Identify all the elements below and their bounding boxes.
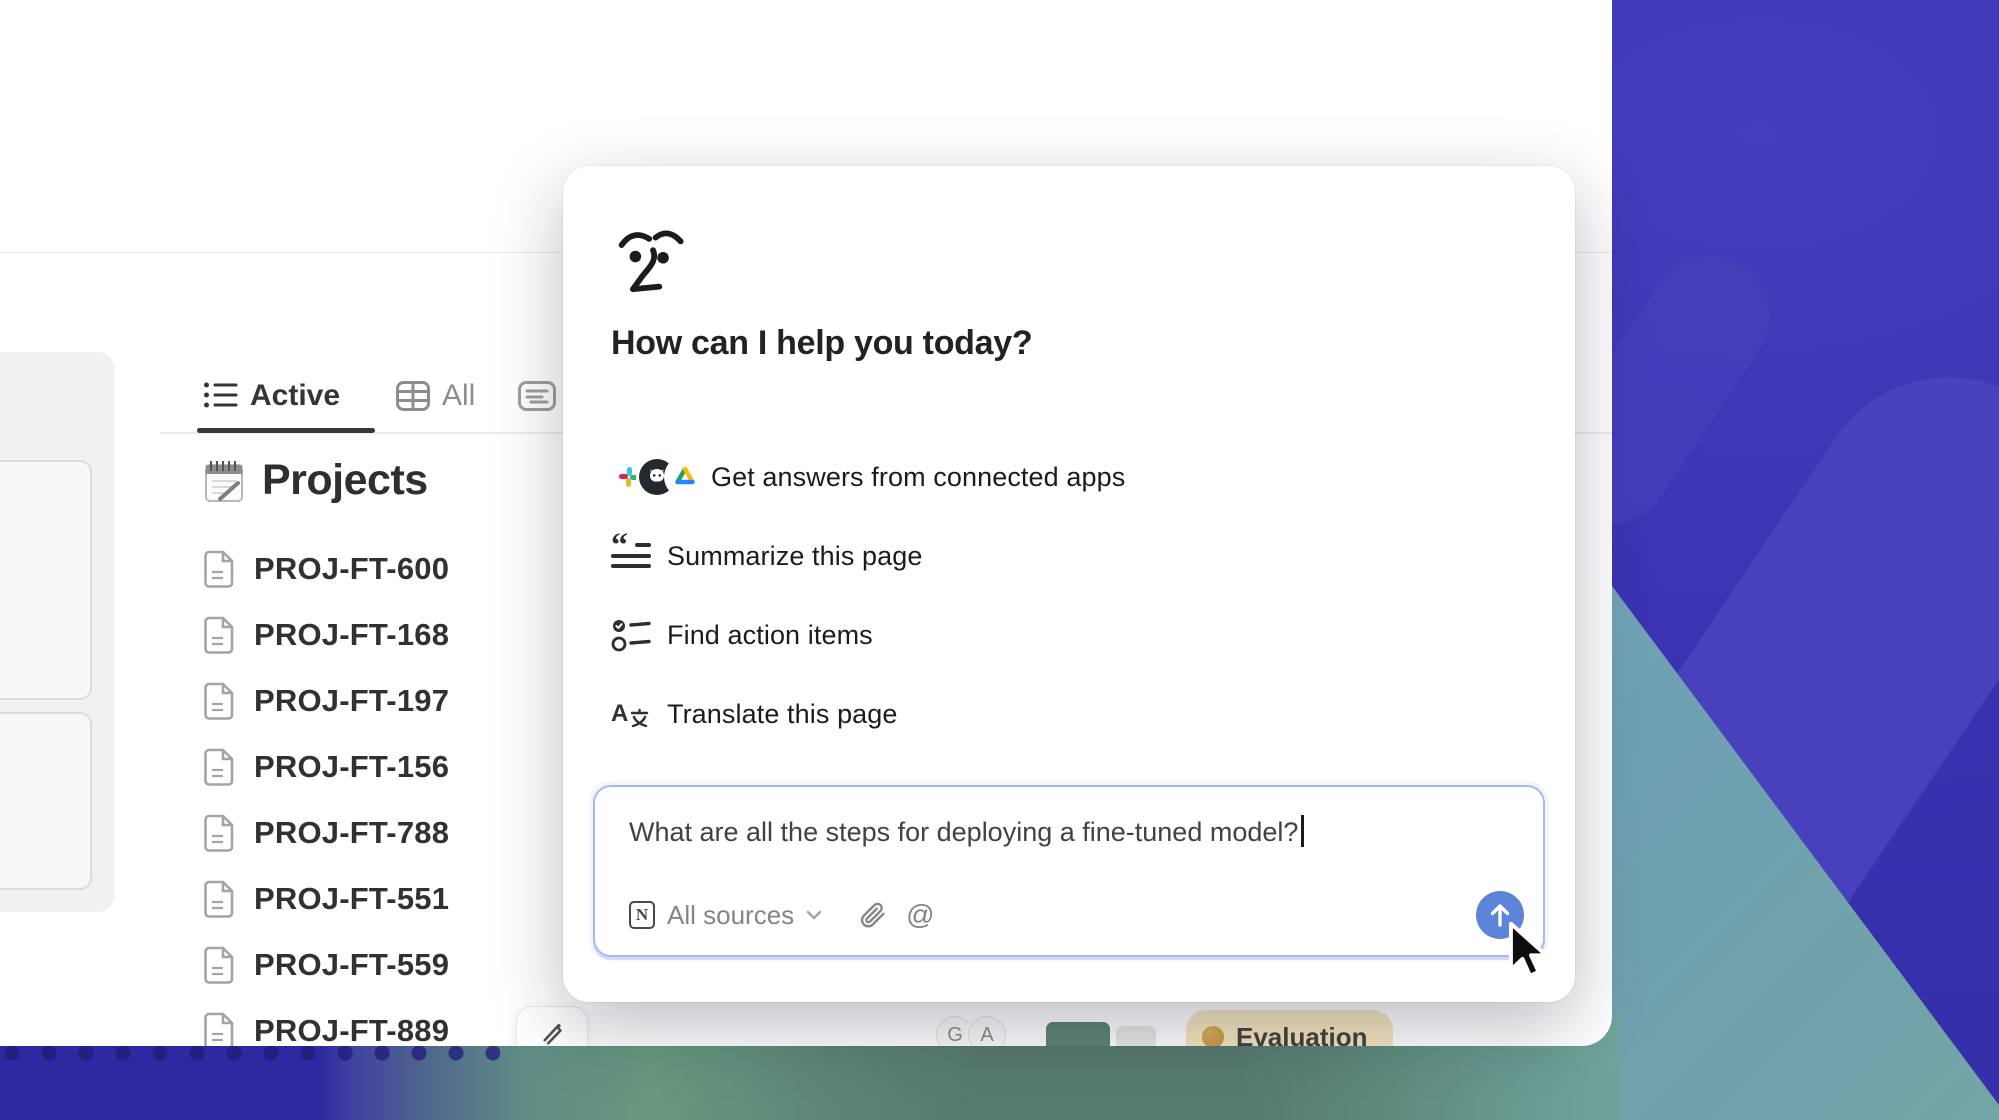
page-icon xyxy=(204,814,236,852)
source-selector-label: All sources xyxy=(667,900,794,931)
project-title: PROJ-FT-559 xyxy=(254,947,449,983)
tab-feed-view[interactable] xyxy=(518,368,556,424)
prompt-text: What are all the steps for deploying a f… xyxy=(629,815,1304,848)
menu-item-summarize[interactable]: “ Summarize this page xyxy=(611,531,1527,581)
project-list: PROJ-FT-600 PROJ-FT-168 PROJ-FT-197 PROJ… xyxy=(204,536,604,1046)
project-title: PROJ-FT-889 xyxy=(254,1013,449,1046)
page-icon xyxy=(204,946,236,984)
project-row[interactable]: PROJ-FT-788 xyxy=(204,800,604,866)
notepad-emoji xyxy=(200,457,248,505)
project-row[interactable]: PROJ-FT-559 xyxy=(204,932,604,998)
project-row[interactable]: PROJ-FT-168 xyxy=(204,602,604,668)
translate-icon: A xyxy=(611,700,649,728)
tag-label: Evaluation xyxy=(1236,1022,1367,1047)
project-title: PROJ-FT-551 xyxy=(254,881,449,917)
google-drive-icon xyxy=(667,459,703,495)
page-icon xyxy=(204,616,236,654)
tab-all-view[interactable]: All xyxy=(396,368,475,424)
source-selector[interactable]: N All sources xyxy=(629,900,822,931)
menu-item-label: Find action items xyxy=(667,620,873,651)
status-tag[interactable]: Evaluation xyxy=(1186,1010,1393,1046)
table-view-icon xyxy=(396,381,430,411)
active-tab-indicator xyxy=(197,428,375,433)
list-view-icon xyxy=(204,381,238,411)
project-title: PROJ-FT-156 xyxy=(254,749,449,785)
suggestion-menu: Get answers from connected apps “ Summar… xyxy=(611,452,1527,768)
pencil-icon xyxy=(538,1019,566,1046)
project-title: PROJ-FT-600 xyxy=(254,551,449,587)
project-title: PROJ-FT-788 xyxy=(254,815,449,851)
avatar[interactable]: A xyxy=(968,1016,1006,1046)
assistant-greeting: How can I help you today? xyxy=(611,324,1032,363)
partial-button[interactable] xyxy=(1116,1026,1156,1046)
menu-item-translate[interactable]: A Translate this page xyxy=(611,689,1527,739)
menu-item-action-items[interactable]: Find action items xyxy=(611,610,1527,660)
project-title: PROJ-FT-168 xyxy=(254,617,449,653)
composer-toolbar: N All sources @ xyxy=(629,899,935,931)
wallpaper-speckle-texture xyxy=(0,1046,500,1068)
tab-label: Active xyxy=(250,379,340,413)
new-page-button[interactable] xyxy=(516,1006,588,1046)
checklist-icon xyxy=(611,617,651,653)
page-icon xyxy=(204,748,236,786)
page-title: Projects xyxy=(262,456,428,505)
chevron-down-icon xyxy=(806,910,822,920)
board-card[interactable] xyxy=(0,460,92,700)
notion-ai-face-icon xyxy=(615,220,691,298)
presence-avatars: G A xyxy=(936,1016,1006,1046)
project-title: PROJ-FT-197 xyxy=(254,683,449,719)
tab-label: All xyxy=(442,379,475,413)
menu-item-label: Summarize this page xyxy=(667,541,923,572)
ai-prompt-input[interactable]: What are all the steps for deploying a f… xyxy=(593,785,1545,957)
connected-apps-icons xyxy=(611,459,703,495)
menu-item-label: Get answers from connected apps xyxy=(711,462,1125,493)
paperclip-icon[interactable] xyxy=(858,900,888,930)
menu-item-label: Translate this page xyxy=(667,699,898,730)
page-icon xyxy=(204,550,236,588)
tag-dot-icon xyxy=(1202,1026,1224,1046)
project-row[interactable]: PROJ-FT-600 xyxy=(204,536,604,602)
at-mention-icon[interactable]: @ xyxy=(906,899,934,931)
page-icon xyxy=(204,1012,236,1046)
partial-button[interactable] xyxy=(1046,1022,1110,1046)
page-header: Projects xyxy=(200,456,428,505)
menu-item-connected-apps[interactable]: Get answers from connected apps xyxy=(611,452,1527,502)
feed-view-icon xyxy=(518,381,556,411)
notion-logo-icon: N xyxy=(629,901,655,929)
page-icon xyxy=(204,880,236,918)
desktop: Active All xyxy=(0,0,1999,1120)
project-row[interactable]: PROJ-FT-156 xyxy=(204,734,604,800)
text-caret xyxy=(1301,815,1304,847)
page-icon xyxy=(204,682,236,720)
tab-active-view[interactable]: Active xyxy=(204,368,340,424)
mouse-cursor xyxy=(1506,922,1562,988)
project-row[interactable]: PROJ-FT-551 xyxy=(204,866,604,932)
notion-ai-dialog: How can I help you today? xyxy=(563,166,1575,1002)
project-row[interactable]: PROJ-FT-197 xyxy=(204,668,604,734)
quote-lines-icon: “ xyxy=(611,539,651,573)
board-card[interactable] xyxy=(0,712,92,890)
